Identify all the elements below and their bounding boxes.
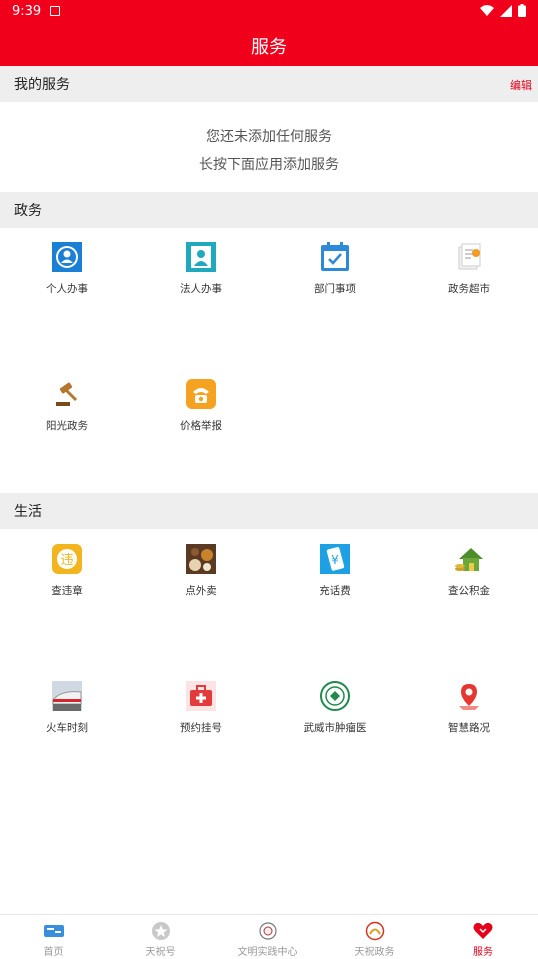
gov-item-legal[interactable]: 法人办事 — [134, 241, 268, 311]
life-section-title: 生活 — [14, 504, 42, 520]
gov-item-sunshine[interactable]: 阳光政务 — [0, 378, 134, 448]
life-item-recharge[interactable]: ¥ 充话费 — [268, 543, 402, 613]
status-time: 9:39 — [12, 4, 42, 19]
gov-logo-icon — [365, 921, 385, 941]
violation-icon: 违 — [52, 544, 82, 574]
gov-item-label: 部门事项 — [314, 283, 356, 295]
house-coins-icon — [455, 548, 483, 571]
tab-civilization-center[interactable]: 文明实践中心 — [214, 915, 321, 959]
life-section-header: 生活 — [0, 493, 538, 529]
gov-item-department[interactable]: 部门事项 — [268, 241, 402, 311]
battery-icon — [518, 4, 526, 17]
person-icon — [52, 242, 82, 272]
hospital-logo-icon — [320, 681, 350, 711]
status-bar: 9:39 — [0, 0, 538, 24]
svg-text:¥: ¥ — [331, 553, 339, 567]
heart-icon — [473, 922, 493, 939]
tab-label: 服务 — [473, 947, 493, 958]
life-item-label: 火车时刻 — [46, 722, 88, 734]
empty-hint-line2: 长按下面应用添加服务 — [199, 157, 339, 173]
tab-home[interactable]: 首页 — [0, 915, 107, 959]
life-item-takeout[interactable]: 点外卖 — [134, 543, 268, 613]
life-item-train[interactable]: 火车时刻 — [0, 680, 134, 750]
train-icon — [52, 681, 82, 711]
tab-service[interactable]: 服务 — [428, 915, 538, 959]
tab-label: 首页 — [43, 947, 64, 958]
edit-button[interactable]: 编辑 — [510, 77, 532, 93]
gavel-icon — [56, 382, 78, 406]
life-item-label: 查公积金 — [448, 585, 490, 597]
gov-item-label: 政务超市 — [448, 283, 490, 295]
gov-section-header: 政务 — [0, 192, 538, 228]
tab-tianzhu-gov[interactable]: 天祝政务 — [321, 915, 428, 959]
bottom-tab-bar: 首页 天祝号 文明实践中心 天祝政务 服务 — [0, 914, 538, 959]
tab-label: 天祝政务 — [354, 947, 395, 958]
wifi-icon — [480, 4, 494, 16]
life-item-label: 武威市肿瘤医 — [303, 722, 367, 734]
gov-item-label: 价格举报 — [180, 420, 222, 432]
life-item-traffic[interactable]: 智慧路况 — [402, 680, 536, 750]
life-item-label: 充话费 — [319, 585, 351, 597]
gov-item-label: 阳光政务 — [46, 420, 88, 432]
star-icon — [152, 922, 170, 940]
app-bar: 服务 — [0, 24, 538, 66]
life-item-label: 点外卖 — [185, 585, 217, 597]
medical-kit-icon — [186, 681, 216, 711]
life-item-appointment[interactable]: 预约挂号 — [134, 680, 268, 750]
life-item-violation[interactable]: 违 查违章 — [0, 543, 134, 613]
calendar-check-icon — [321, 242, 349, 271]
tab-label: 文明实践中心 — [237, 947, 298, 958]
gov-section-title: 政务 — [14, 203, 42, 219]
map-pin-icon — [459, 684, 479, 710]
gov-item-price-report[interactable]: 价格举报 — [134, 378, 268, 448]
page-title: 服务 — [251, 37, 287, 58]
signal-icon — [500, 4, 512, 17]
life-item-label: 预约挂号 — [180, 722, 222, 734]
document-stack-icon — [458, 243, 481, 270]
my-services-header: 我的服务 编辑 — [0, 66, 538, 102]
life-item-hospital[interactable]: 武威市肿瘤医 — [268, 680, 402, 750]
emblem-icon — [259, 922, 277, 940]
tab-tianzhu-account[interactable]: 天祝号 — [107, 915, 214, 959]
empty-hint-line1: 您还未添加任何服务 — [206, 129, 332, 145]
life-item-label: 查违章 — [51, 585, 83, 597]
life-item-label: 智慧路况 — [448, 722, 490, 734]
phone-icon — [186, 379, 216, 409]
food-icon — [186, 544, 216, 574]
portrait-icon — [186, 242, 216, 272]
mobile-yuan-icon: ¥ — [320, 544, 350, 574]
gov-item-personal[interactable]: 个人办事 — [0, 241, 134, 311]
home-icon — [44, 925, 64, 937]
gov-item-label: 个人办事 — [46, 283, 88, 295]
gov-item-label: 法人办事 — [180, 283, 222, 295]
notification-icon — [50, 6, 60, 16]
system-icons — [480, 4, 526, 17]
life-item-fund[interactable]: 查公积金 — [402, 543, 536, 613]
svg-text:违: 违 — [60, 553, 73, 568]
my-services-title: 我的服务 — [14, 77, 70, 93]
tab-label: 天祝号 — [145, 947, 176, 958]
gov-item-market[interactable]: 政务超市 — [402, 241, 536, 311]
